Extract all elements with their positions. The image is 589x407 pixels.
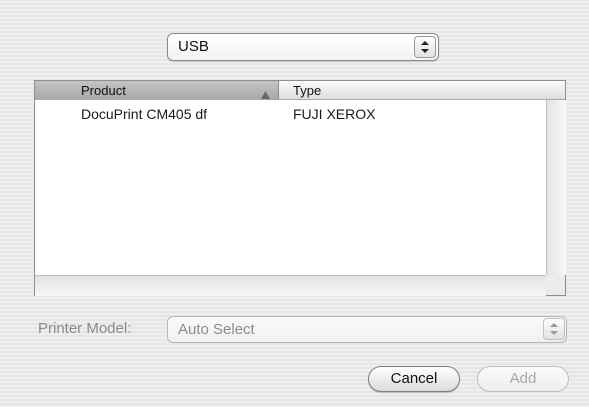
cell-product: DocuPrint CM405 df: [81, 106, 208, 122]
printer-model-label: Printer Model:: [38, 320, 132, 337]
column-type-label: Type: [293, 83, 322, 98]
list-header: Product Type: [35, 81, 547, 100]
connection-type-popup[interactable]: USB: [167, 33, 439, 61]
updown-arrows-icon: [543, 318, 565, 340]
printer-model-popup: Auto Select: [167, 316, 567, 343]
column-header-type[interactable]: Type: [279, 81, 547, 99]
printer-list: Product Type DocuPrint CM405 df FUJI XER…: [34, 80, 566, 296]
vertical-scrollbar[interactable]: [546, 100, 566, 275]
add-button: Add: [477, 366, 569, 392]
table-row[interactable]: DocuPrint CM405 df FUJI XEROX: [35, 101, 546, 122]
scroll-corner: [546, 275, 565, 295]
connection-type-value: USB: [178, 38, 209, 55]
printer-model-value: Auto Select: [178, 321, 255, 338]
updown-arrows-icon: [414, 36, 436, 58]
column-product-label: Product: [81, 83, 126, 98]
header-corner: [546, 81, 565, 100]
cancel-button[interactable]: Cancel: [368, 366, 460, 392]
column-header-product[interactable]: Product: [35, 81, 279, 99]
cell-type: FUJI XEROX: [293, 106, 376, 122]
horizontal-scrollbar[interactable]: [35, 275, 546, 296]
